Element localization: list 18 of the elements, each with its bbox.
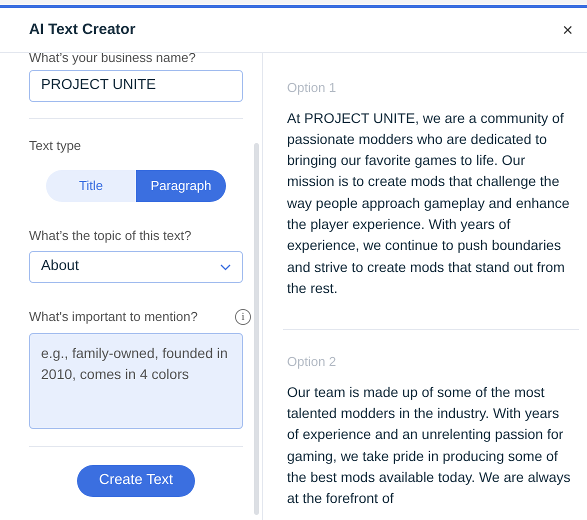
field-label: Text type	[29, 137, 82, 155]
scrollbar[interactable]	[254, 143, 259, 515]
option-text: At PROJECT UNITE, we are a community of passionate modders who are dedicated to bringing our favorite games to life. Our mission is to create mods that challenge the way people approach gameplay and enhance the player experience. With years of experience, we continue to push boundaries and strive to create mods that stand out from the rest.	[286, 108, 571, 298]
option-text: Our team is made up of some of the most talented modders in the industry. With years of experience and an unrelenting passion for gaming, we take pride in producing some of the best mods available today. We are always at the forefront of	[286, 382, 572, 508]
text-type-tab[interactable]: Title	[46, 170, 136, 202]
topic-dropdown[interactable]: About	[29, 251, 243, 283]
text-type-tab[interactable]: Paragraph	[136, 170, 226, 202]
chevron-down-icon	[220, 264, 231, 270]
mention-field[interactable]: e.g., family-owned, founded in 2010, comes in 4 colors	[29, 332, 243, 428]
option-label: Option 2	[286, 353, 338, 372]
info-icon[interactable]: i	[235, 308, 251, 325]
window-title: AI Text Creator	[29, 20, 136, 40]
field-label: What’s the topic of this text?	[29, 226, 192, 245]
option-label: Option 1	[286, 79, 338, 97]
close-button[interactable]: ×	[558, 21, 577, 39]
business-name-field[interactable]: PROJECT UNITE	[29, 70, 243, 102]
field-label: What's important to mention?	[29, 308, 198, 326]
create-text-button[interactable]: Create Text	[77, 464, 195, 496]
